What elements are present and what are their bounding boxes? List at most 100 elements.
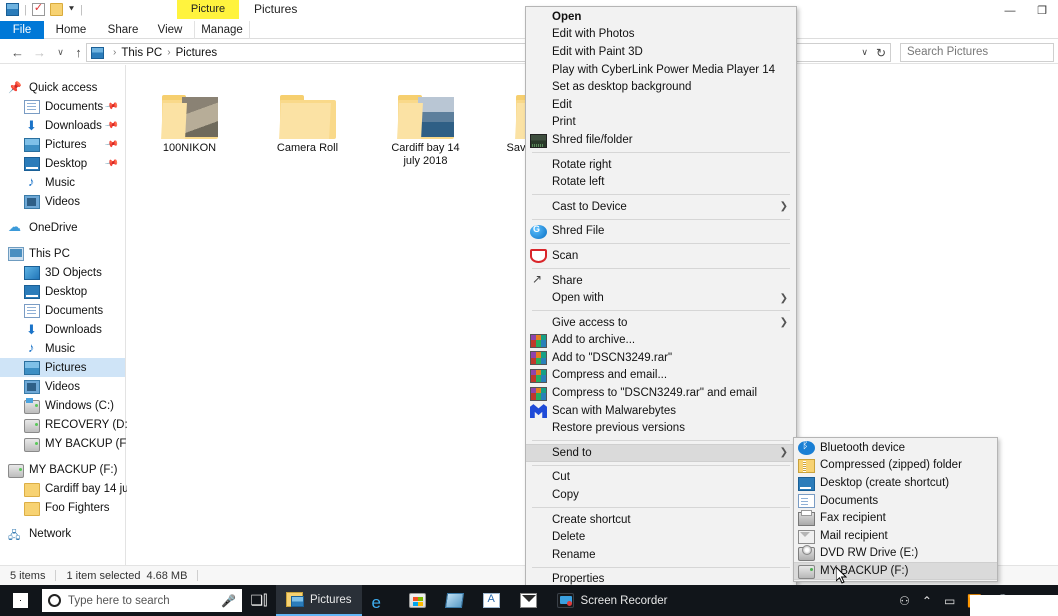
send-to-submenu[interactable]: Bluetooth device Compressed (zipped) fold… [793, 437, 998, 582]
properties-check-icon[interactable] [31, 1, 45, 16]
send-to-item-dvd-rw-drive-e[interactable]: DVD RW Drive (E:) [794, 545, 997, 563]
recent-locations-button[interactable]: ∨ [52, 44, 69, 61]
menu-item-send-to[interactable]: Send to ❯ [526, 444, 796, 462]
sidebar-item-documents[interactable]: Documents 📌 [0, 97, 125, 116]
menu-item-open[interactable]: Open [526, 8, 796, 26]
search-input[interactable]: Search Pictures [900, 43, 1054, 62]
sidebar-item-windows-c[interactable]: Windows (C:) [0, 396, 125, 415]
pin-icon[interactable]: 📌 [104, 99, 119, 114]
start-button[interactable] [0, 585, 40, 616]
send-to-item-desktop-create-shortcut[interactable]: Desktop (create shortcut) [794, 474, 997, 492]
menu-item-shred-file[interactable]: Shred File [526, 223, 796, 241]
send-to-item-my-backup-f[interactable]: MY BACKUP (F:) [794, 562, 997, 580]
refresh-icon[interactable]: ↻ [876, 46, 886, 60]
menu-item-add-to-archive[interactable]: Add to archive... [526, 332, 796, 350]
taskbar-app-book[interactable] [436, 585, 473, 616]
file-item[interactable]: Camera Roll [265, 77, 350, 168]
menu-item-compress-and-email[interactable]: Compress and email... [526, 367, 796, 385]
menu-item-share[interactable]: Share [526, 272, 796, 290]
taskbar-app-edge[interactable]: e [362, 585, 399, 616]
menu-item-add-to-dscn3249-rar[interactable]: Add to "DSCN3249.rar" [526, 349, 796, 367]
new-folder-icon[interactable] [49, 3, 63, 16]
sidebar-item-music[interactable]: Music [0, 173, 125, 192]
menu-item-compress-to-dscn3249-rar-and-email[interactable]: Compress to "DSCN3249.rar" and email [526, 384, 796, 402]
menu-item-set-as-desktop-background[interactable]: Set as desktop background [526, 78, 796, 96]
menu-item-print[interactable]: Print [526, 114, 796, 132]
send-to-item-mail-recipient[interactable]: Mail recipient [794, 527, 997, 545]
send-to-item-fax-recipient[interactable]: Fax recipient [794, 509, 997, 527]
sidebar-item-my-backup-f[interactable]: MY BACKUP (F:) [0, 460, 125, 479]
pin-icon[interactable]: 📌 [104, 156, 119, 171]
back-button[interactable]: ← [9, 44, 26, 61]
file-item[interactable]: 100NIKON [147, 77, 232, 168]
breadcrumb-pictures[interactable]: Pictures [176, 47, 218, 59]
taskbar-app-word[interactable] [473, 585, 510, 616]
sidebar-item-this-pc[interactable]: This PC [0, 244, 125, 263]
sidebar-item-pictures[interactable]: Pictures [0, 358, 125, 377]
sidebar-item-videos[interactable]: Videos [0, 192, 125, 211]
taskbar-app-store[interactable] [399, 585, 436, 616]
menu-item-edit-with-photos[interactable]: Edit with Photos [526, 26, 796, 44]
sidebar-item-onedrive[interactable]: OneDrive [0, 218, 125, 237]
pin-icon[interactable]: 📌 [104, 118, 119, 133]
minimize-button[interactable]: — [994, 0, 1026, 21]
tab-manage[interactable]: Manage [194, 21, 250, 39]
send-to-item-documents[interactable]: Documents [794, 492, 997, 510]
sidebar-item-my-backup-f[interactable]: MY BACKUP (F:) [0, 434, 133, 453]
menu-item-edit[interactable]: Edit [526, 96, 796, 114]
menu-item-give-access-to[interactable]: Give access to ❯ [526, 314, 796, 332]
task-view-button[interactable]: ❑⫿ [242, 585, 276, 616]
context-menu[interactable]: Open Edit with Photos Edit with Paint 3D Pl… [525, 6, 797, 591]
customize-toolbar-caret-icon[interactable]: ⯆ [68, 4, 75, 15]
taskbar-search[interactable]: Type here to search 🎤 [42, 589, 242, 612]
taskbar-app-pictures[interactable]: Pictures [276, 585, 362, 616]
file-item[interactable]: Cardiff bay 14 july 2018 [383, 77, 468, 168]
send-to-item-compressed-zipped-folder[interactable]: Compressed (zipped) folder [794, 457, 997, 475]
menu-item-restore-previous-versions[interactable]: Restore previous versions [526, 419, 796, 437]
menu-item-scan-with-malwarebytes[interactable]: Scan with Malwarebytes [526, 402, 796, 420]
sidebar-item-downloads[interactable]: Downloads [0, 320, 125, 339]
menu-item-cut[interactable]: Cut [526, 469, 796, 487]
menu-item-rename[interactable]: Rename [526, 546, 796, 564]
taskbar-app-mail[interactable] [510, 585, 547, 616]
sidebar-item-foo-fighters[interactable]: Foo Fighters [0, 498, 125, 517]
sidebar-item-quick-access[interactable]: Quick access [0, 78, 125, 97]
send-to-item-bluetooth-device[interactable]: Bluetooth device [794, 439, 997, 457]
microphone-icon[interactable]: 🎤 [221, 594, 236, 608]
sidebar-item-desktop[interactable]: Desktop 📌 [0, 154, 125, 173]
sidebar-item-network[interactable]: Network [0, 524, 125, 546]
forward-button[interactable]: → [31, 44, 48, 61]
menu-item-create-shortcut[interactable]: Create shortcut [526, 511, 796, 529]
sidebar-item-pictures[interactable]: Pictures 📌 [0, 135, 125, 154]
menu-item-rotate-left[interactable]: Rotate left [526, 173, 796, 191]
show-hidden-icons[interactable]: ⌃ [922, 594, 932, 608]
sidebar-item-desktop[interactable]: Desktop [0, 282, 125, 301]
restore-button[interactable]: ❐ [1026, 0, 1058, 21]
sidebar-item-videos[interactable]: Videos [0, 377, 125, 396]
up-button[interactable]: ↑ [70, 44, 87, 61]
taskbar-app-screen-recorder[interactable]: Screen Recorder [547, 585, 678, 616]
tab-view[interactable]: View [148, 21, 192, 39]
menu-item-scan[interactable]: Scan [526, 247, 796, 265]
sidebar-item-3d-objects[interactable]: 3D Objects [0, 263, 125, 282]
tab-home[interactable]: Home [44, 21, 98, 39]
explorer-icon[interactable] [6, 3, 19, 16]
menu-item-play-with-cyberlink-power-media-player-1[interactable]: Play with CyberLink Power Media Player 1… [526, 61, 796, 79]
menu-item-delete[interactable]: Delete [526, 528, 796, 546]
sidebar-item-recovery-d[interactable]: RECOVERY (D:) [0, 415, 131, 434]
sidebar-item-documents[interactable]: Documents [0, 301, 125, 320]
menu-item-edit-with-paint-3d[interactable]: Edit with Paint 3D [526, 43, 796, 61]
sidebar-item-downloads[interactable]: Downloads📌 [0, 116, 125, 135]
menu-item-open-with[interactable]: Open with ❯ [526, 289, 796, 307]
sidebar-item-music[interactable]: Music [0, 339, 125, 358]
sidebar-item-cardiff-bay-14-july-2[interactable]: Cardiff bay 14 july 2 [0, 479, 146, 498]
menu-item-rotate-right[interactable]: Rotate right [526, 156, 796, 174]
tab-file[interactable]: File [0, 21, 44, 39]
menu-item-copy[interactable]: Copy [526, 486, 796, 504]
menu-item-shred-file-folder[interactable]: Shred file/folder [526, 131, 796, 149]
tab-share[interactable]: Share [98, 21, 148, 39]
battery-icon[interactable]: ▭ [944, 594, 955, 608]
pin-icon[interactable]: 📌 [104, 137, 119, 152]
breadcrumb-this-pc[interactable]: This PC [121, 47, 162, 59]
address-dropdown-icon[interactable]: ∨ [861, 47, 868, 58]
